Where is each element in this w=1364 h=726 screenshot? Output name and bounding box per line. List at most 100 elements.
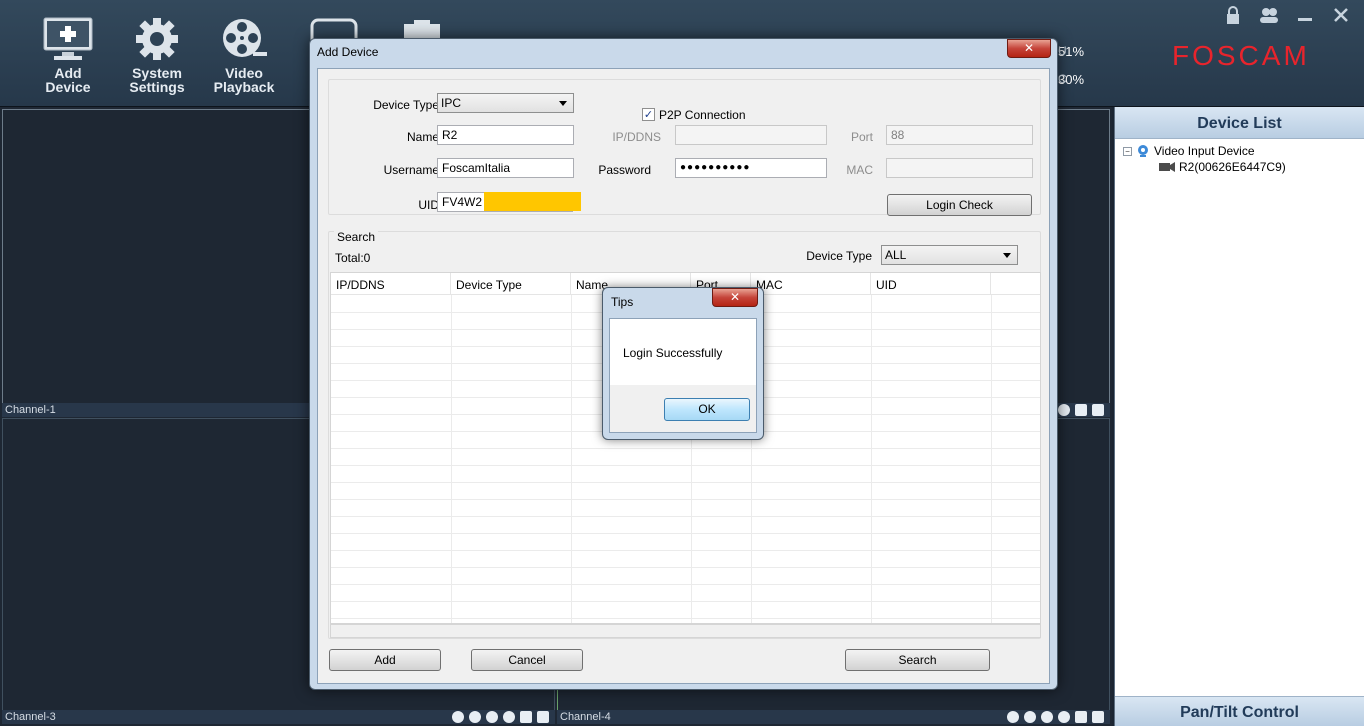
tips-dialog: Tips ✕ Login Successfully OK (602, 287, 764, 440)
ok-button[interactable]: OK (664, 398, 750, 421)
lock-icon[interactable] (1222, 4, 1244, 26)
mac-label: MAC (846, 163, 873, 177)
video-playback-button[interactable]: Video Playback (204, 16, 284, 102)
dropdown-arrow-icon (1003, 253, 1011, 258)
ip-ddns-input[interactable] (675, 125, 827, 145)
table-row (331, 482, 1040, 483)
minimize-icon[interactable] (1294, 4, 1316, 26)
table-row (331, 516, 1040, 517)
tree-root-video-input[interactable]: − Video Input Device (1123, 143, 1364, 159)
webcam-icon (1138, 145, 1148, 157)
monitor-plus-icon (43, 17, 93, 60)
table-row (331, 465, 1040, 466)
tips-close-button[interactable]: ✕ (712, 288, 758, 307)
port-label: Port (850, 130, 873, 144)
device-type-label: Device Type (373, 98, 439, 112)
search-device-type-label: Device Type (806, 249, 872, 263)
add-device-label-2: Device (45, 79, 91, 95)
collapse-icon[interactable]: − (1123, 146, 1132, 156)
search-button[interactable]: Search (845, 649, 990, 671)
cancel-button[interactable]: Cancel (471, 649, 583, 671)
table-row (331, 499, 1040, 500)
name-input[interactable]: R2 (437, 125, 574, 145)
snapshot-icon[interactable] (1075, 404, 1087, 416)
username-input[interactable]: FoscamItalia (437, 158, 574, 178)
name-label: Name (406, 130, 439, 144)
p2p-connection-checkbox[interactable]: ✓ (642, 108, 655, 121)
pan-tilt-control-header[interactable]: Pan/Tilt Control (1115, 696, 1364, 726)
device-settings-group: Device Type IPC ✓ P2P Connection Name R2… (328, 79, 1041, 216)
speaker-icon[interactable] (1058, 711, 1070, 723)
add-button[interactable]: Add (329, 649, 441, 671)
column-header-device-type[interactable]: Device Type (451, 273, 571, 295)
record-dot-icon[interactable] (452, 711, 464, 723)
password-input[interactable]: ●●●●●●●●●● (675, 158, 827, 178)
foscam-logo: FOSCAM (1172, 40, 1310, 71)
add-device-label-1: Add (54, 65, 82, 81)
tree-item-r2[interactable]: R2(00626E6447C9) (1123, 159, 1364, 175)
tree-root-label: Video Input Device (1154, 144, 1255, 158)
table-row (331, 550, 1040, 551)
cpu-label: U (1058, 44, 1067, 58)
column-header-uid[interactable]: UID (871, 273, 991, 295)
table-row (331, 618, 1040, 619)
search-device-type-select[interactable]: ALL (881, 245, 1018, 265)
system-settings-label-2: Settings (129, 79, 185, 95)
add-device-close-button[interactable]: ✕ (1007, 39, 1051, 58)
device-list-header[interactable]: Device List (1115, 107, 1364, 139)
channel-4-bar: Channel-4 (557, 710, 1110, 724)
snapshot-icon[interactable] (520, 711, 532, 723)
username-label: Username (383, 163, 439, 177)
column-header-mac[interactable]: MAC (751, 273, 871, 295)
zoom-icon[interactable] (1041, 711, 1053, 723)
device-list-panel: Device List − Video Input Device R2(0062… (1114, 107, 1364, 726)
table-row (331, 533, 1040, 534)
table-horizontal-scrollbar[interactable] (330, 624, 1041, 638)
table-column-divider (871, 295, 872, 623)
column-header-ip-ddns[interactable]: IP/DDNS (331, 273, 451, 295)
table-row (331, 601, 1040, 602)
channel-4-label: Channel-4 (560, 711, 611, 723)
ip-ddns-label: IP/DDNS (612, 130, 661, 144)
channel-3-label: Channel-3 (5, 711, 56, 723)
microphone-icon[interactable] (1092, 404, 1104, 416)
port-input[interactable]: 88 (886, 125, 1033, 145)
record-dot-icon[interactable] (1007, 711, 1019, 723)
window-controls (1222, 0, 1364, 30)
tips-message: Login Successfully (623, 346, 723, 360)
microphone-icon[interactable] (537, 711, 549, 723)
mac-input[interactable] (886, 158, 1033, 178)
users-icon[interactable] (1258, 4, 1280, 26)
zoom-icon[interactable] (486, 711, 498, 723)
system-settings-button[interactable]: System Settings (117, 16, 197, 102)
tips-dialog-body: Login Successfully OK (609, 318, 757, 433)
speaker-icon[interactable] (503, 711, 515, 723)
table-row (331, 584, 1040, 585)
speaker-icon[interactable] (1058, 404, 1070, 416)
device-type-select[interactable]: IPC (437, 93, 574, 113)
add-device-button[interactable]: Add Device (28, 16, 108, 102)
close-stream-icon[interactable] (1024, 711, 1036, 723)
video-playback-label-2: Playback (213, 79, 275, 95)
tips-message-area: Login Successfully (610, 319, 756, 385)
uid-redaction (484, 192, 581, 211)
close-stream-icon[interactable] (469, 711, 481, 723)
snapshot-icon[interactable] (1075, 711, 1087, 723)
film-reel-icon (223, 19, 267, 57)
table-row (331, 448, 1040, 449)
close-app-icon[interactable] (1330, 4, 1352, 26)
tips-dialog-title: Tips (611, 295, 634, 309)
p2p-connection-label: P2P Connection (659, 108, 746, 122)
video-playback-label-1: Video (225, 65, 263, 81)
total-count: Total:0 (335, 251, 371, 265)
camera-icon (1159, 162, 1175, 172)
login-check-button[interactable]: Login Check (887, 194, 1032, 216)
device-type-value: IPC (441, 96, 462, 110)
add-device-dialog-title: Add Device (317, 45, 379, 59)
password-label: Password (598, 163, 651, 177)
channel-3-bar: Channel-3 (2, 710, 555, 724)
resource-usage: U 51% C 30% (1058, 44, 1118, 100)
dropdown-arrow-icon (559, 101, 567, 106)
system-settings-label-1: System (132, 65, 182, 81)
microphone-icon[interactable] (1092, 711, 1104, 723)
